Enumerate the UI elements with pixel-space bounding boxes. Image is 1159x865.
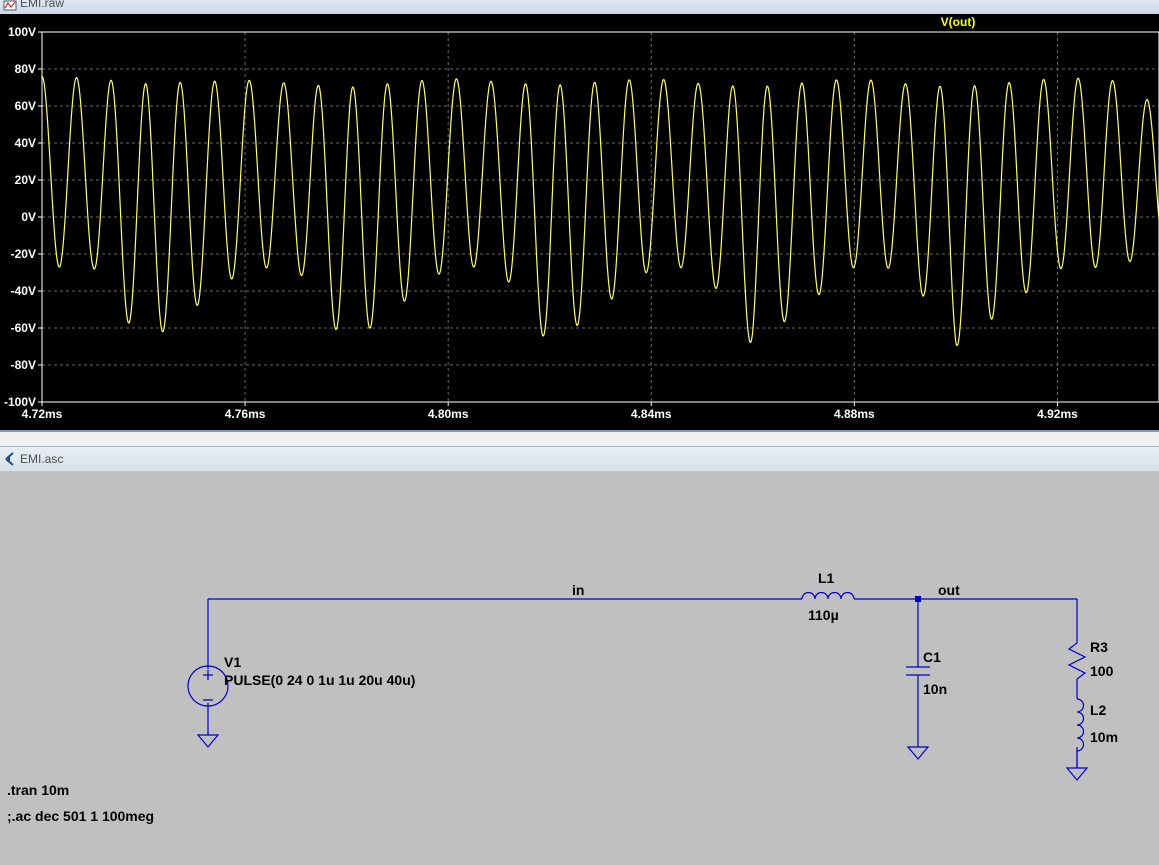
x-tick-label: 4.72ms [22, 407, 63, 421]
x-tick-label: 4.84ms [631, 407, 672, 421]
schematic-drawing[interactable]: in out L1 110µ V1 PULSE(0 24 0 1u 1u 20u… [0, 471, 1159, 860]
y-tick-label: -60V [11, 321, 36, 335]
capacitor-c1[interactable] [906, 666, 930, 676]
x-tick-label: 4.76ms [225, 407, 266, 421]
l2-name[interactable]: L2 [1090, 702, 1107, 718]
y-tick-label: -40V [11, 284, 36, 298]
waveform-window-icon [3, 0, 17, 11]
c1-name[interactable]: C1 [923, 649, 941, 665]
schematic-window-icon [5, 452, 14, 466]
schematic-window-title: EMI.asc [20, 452, 64, 466]
ground-icon [196, 734, 220, 748]
ground-icon [906, 746, 930, 760]
x-tick-label: 4.88ms [834, 407, 875, 421]
c1-value[interactable]: 10n [923, 681, 947, 697]
schematic-window-titlebar[interactable]: EMI.asc [0, 446, 1159, 472]
y-tick-label: 40V [15, 136, 36, 150]
l1-value[interactable]: 110µ [808, 607, 839, 623]
y-tick-label: 100V [8, 25, 36, 39]
junction-dot [915, 596, 921, 602]
inductor-l2[interactable] [1076, 698, 1085, 752]
waveform-plot-pane[interactable]: 100V 80V 60V 40V 20V 0V -20V -40V -60V -80V -100V … [0, 14, 1159, 430]
y-tick-label: 0V [21, 210, 36, 224]
resistor-r3[interactable] [1067, 637, 1087, 687]
l1-name[interactable]: L1 [818, 570, 835, 586]
x-tick-label: 4.92ms [1037, 407, 1078, 421]
x-tick-label: 4.80ms [428, 407, 469, 421]
v1-value[interactable]: PULSE(0 24 0 1u 1u 20u 40u) [224, 672, 415, 688]
r3-name[interactable]: R3 [1090, 639, 1108, 655]
l2-value[interactable]: 10m [1090, 729, 1118, 745]
v1-name[interactable]: V1 [224, 654, 241, 670]
plot-grid [41, 32, 1159, 402]
y-axis-ticks: 100V80V60V40V20V0V-20V-40V-60V-80V-100V [4, 25, 42, 409]
waveform-window-title: EMI.raw [20, 0, 65, 10]
x-axis-ticks: 4.72ms 4.76ms 4.80ms 4.84ms 4.88ms 4.92ms [22, 402, 1078, 421]
schematic-canvas[interactable]: in out L1 110µ V1 PULSE(0 24 0 1u 1u 20u… [0, 471, 1159, 860]
ground-icon [1065, 767, 1089, 781]
y-tick-label: 20V [15, 173, 36, 187]
directive-tran[interactable]: .tran 10m [7, 782, 69, 798]
trace-vout[interactable] [41, 75, 1159, 347]
directive-ac[interactable]: ;.ac dec 501 1 100meg [7, 808, 154, 824]
y-tick-label: 60V [15, 99, 36, 113]
y-tick-label: -20V [11, 247, 36, 261]
waveform-window-titlebar[interactable]: EMI.raw [0, 0, 1159, 15]
waveform-plot[interactable]: 100V80V60V40V20V0V-20V-40V-60V-80V-100V … [0, 14, 1159, 430]
inductor-l1[interactable] [801, 591, 855, 600]
voltage-source-v1[interactable] [187, 665, 229, 707]
y-tick-label: 80V [15, 62, 36, 76]
trace-label[interactable]: V(out) [941, 15, 976, 29]
net-label-out[interactable]: out [938, 582, 960, 598]
net-label-in[interactable]: in [572, 582, 584, 598]
y-tick-label: -80V [11, 358, 36, 372]
r3-value[interactable]: 100 [1090, 663, 1114, 679]
